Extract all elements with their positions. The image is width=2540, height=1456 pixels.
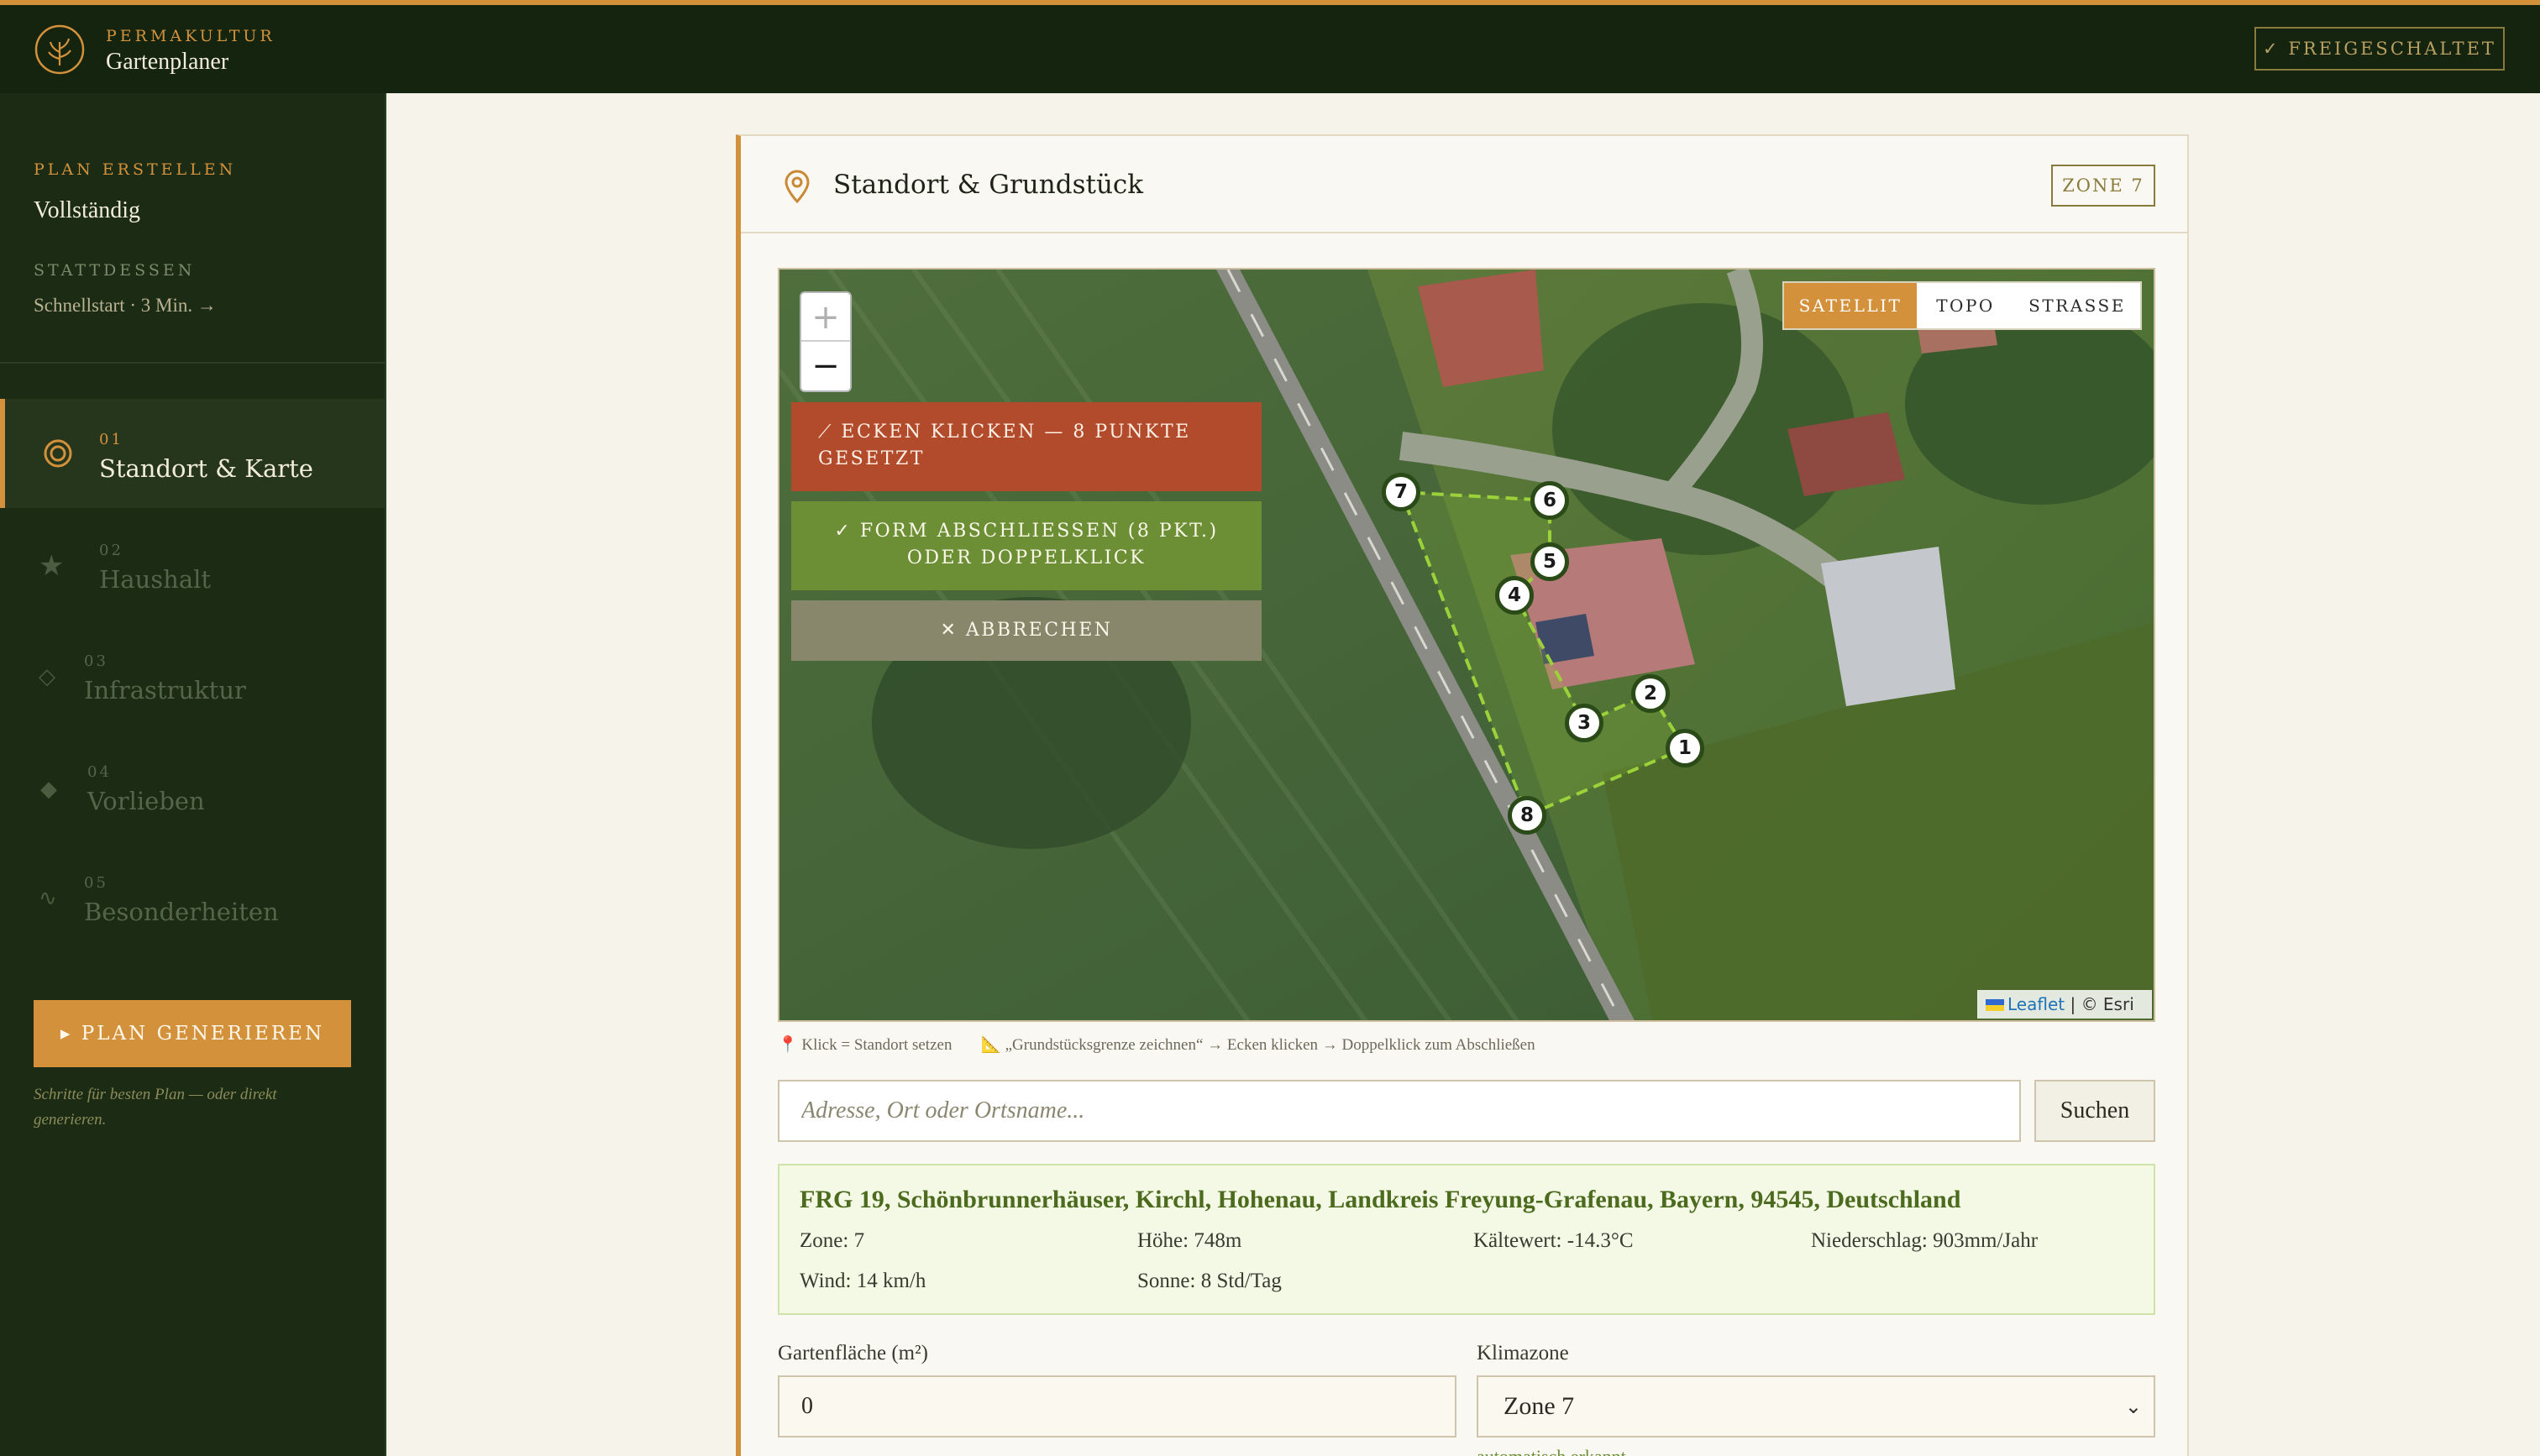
zoom-in-button[interactable]: + bbox=[801, 293, 850, 342]
result-address: FRG 19, Schönbrunnerhäuser, Kirchl, Hohe… bbox=[800, 1186, 1961, 1213]
step-number: 03 bbox=[84, 652, 108, 670]
esri-credit: | © Esri bbox=[2065, 994, 2134, 1014]
result-zone: Zone: 7 bbox=[800, 1229, 865, 1252]
layer-topo-button[interactable]: TOPO bbox=[1917, 283, 2014, 328]
result-precipitation: Niederschlag: 903mm/Jahr bbox=[1811, 1229, 2039, 1252]
boundary-marker-1[interactable]: 1 bbox=[1666, 729, 1704, 767]
plan-mode-label: PLAN ERSTELLEN bbox=[34, 160, 237, 179]
step-label: Infrastruktur bbox=[84, 676, 246, 704]
climate-zone-label: Klimazone bbox=[1477, 1342, 1569, 1364]
alternative-label: STATTDESSEN bbox=[34, 261, 196, 280]
boundary-marker-7[interactable]: 7 bbox=[1382, 473, 1420, 511]
step-label: Besonderheiten bbox=[84, 898, 279, 926]
draw-hint: 📐 „Grundstücksgrenze zeichnen“ → Ecken k… bbox=[981, 1036, 1535, 1054]
zoom-control: + − bbox=[800, 291, 852, 392]
brand-name: Gartenplaner bbox=[106, 49, 229, 75]
star-icon: ★ bbox=[39, 549, 65, 583]
climate-zone-select[interactable]: Zone 7 ⌄ bbox=[1477, 1375, 2155, 1438]
sidebar: PLAN ERSTELLEN Vollständig STATTDESSEN S… bbox=[0, 93, 386, 1456]
wave-icon: ∿ bbox=[39, 886, 57, 911]
result-wind: Wind: 14 km/h bbox=[800, 1270, 926, 1292]
auto-detected-note: automatisch erkannt bbox=[1477, 1446, 1626, 1456]
sidebar-step-standort[interactable]: 01 Standort & Karte bbox=[0, 399, 385, 508]
top-bar: PERMAKULTUR Gartenplaner ✓ FREIGESCHALTE… bbox=[0, 0, 2540, 93]
climate-zone-value: Zone 7 bbox=[1504, 1392, 1575, 1420]
target-icon bbox=[44, 439, 72, 468]
sidebar-divider bbox=[0, 362, 385, 364]
result-sun: Sonne: 8 Std/Tag bbox=[1137, 1270, 1282, 1292]
location-pin-icon bbox=[785, 170, 810, 203]
leaflet-link[interactable]: Leaflet bbox=[2007, 994, 2065, 1014]
step-number: 04 bbox=[87, 763, 112, 781]
map-layer-switcher: SATELLIT TOPO STRASSE bbox=[1782, 281, 2142, 330]
result-cold-value: Kältewert: -14.3°C bbox=[1473, 1229, 1634, 1252]
finish-shape-button[interactable]: ✓ FORM ABSCHLIESSEN (8 PKT.) ODER DOPPEL… bbox=[791, 501, 1262, 590]
sidebar-step-infrastruktur[interactable]: ◇ 03 Infrastruktur bbox=[0, 621, 385, 730]
unlocked-badge: ✓ FREIGESCHALTET bbox=[2254, 27, 2505, 71]
zoom-out-button[interactable]: − bbox=[801, 342, 850, 390]
plan-mode-value: Vollständig bbox=[34, 197, 141, 223]
sidebar-step-vorlieben[interactable]: ◆ 04 Vorlieben bbox=[0, 731, 385, 841]
garden-area-label: Gartenfläche (m²) bbox=[778, 1342, 928, 1364]
map-view[interactable]: + − ⟋ ECKEN KLICKEN — 8 PUNKTE GESETZT ✓… bbox=[778, 268, 2155, 1022]
boundary-marker-5[interactable]: 5 bbox=[1530, 542, 1569, 581]
brand-tagline: PERMAKULTUR bbox=[106, 27, 276, 45]
step-number: 05 bbox=[84, 874, 108, 892]
step-label: Standort & Karte bbox=[99, 454, 313, 483]
map-hints: 📍 Klick = Standort setzen 📐 „Grundstücks… bbox=[778, 1034, 2155, 1055]
location-result-panel: FRG 19, Schönbrunnerhäuser, Kirchl, Hohe… bbox=[778, 1164, 2155, 1315]
step-label: Haushalt bbox=[99, 565, 212, 594]
step-number: 01 bbox=[99, 431, 123, 448]
card-header: Standort & Grundstück ZONE 7 bbox=[741, 136, 2187, 233]
boundary-marker-8[interactable]: 8 bbox=[1508, 796, 1546, 835]
boundary-marker-6[interactable]: 6 bbox=[1530, 481, 1569, 520]
sidebar-step-haushalt[interactable]: ★ 02 Haushalt bbox=[0, 510, 385, 619]
spiral-logo-icon bbox=[34, 24, 85, 75]
chevron-down-icon: ⌄ bbox=[2124, 1395, 2142, 1418]
click-hint: 📍 Klick = Standort setzen bbox=[778, 1036, 953, 1054]
boundary-marker-4[interactable]: 4 bbox=[1495, 576, 1534, 615]
generate-plan-button[interactable]: ▸ PLAN GENERIEREN bbox=[34, 1000, 351, 1067]
layer-satellite-button[interactable]: SATELLIT bbox=[1784, 283, 1917, 328]
card-title: Standort & Grundstück bbox=[833, 170, 1144, 200]
diamond-filled-icon: ◆ bbox=[40, 777, 57, 802]
map-attribution: Leaflet | © Esri bbox=[1977, 990, 2152, 1019]
generate-note: Schritte für besten Plan — oder direkt g… bbox=[34, 1086, 277, 1129]
ukraine-flag-icon bbox=[1986, 999, 2004, 1011]
search-button[interactable]: Suchen bbox=[2034, 1080, 2155, 1142]
cancel-drawing-button[interactable]: ✕ ABBRECHEN bbox=[791, 600, 1262, 661]
step-label: Vorlieben bbox=[87, 787, 205, 815]
sidebar-step-besonderheiten[interactable]: ∿ 05 Besonderheiten bbox=[0, 842, 385, 951]
quickstart-link[interactable]: Schnellstart · 3 Min. → bbox=[34, 295, 217, 317]
location-card: Standort & Grundstück ZONE 7 + − ⟋ ECKEN… bbox=[736, 134, 2189, 1456]
address-search-input[interactable] bbox=[778, 1080, 2021, 1142]
garden-area-input[interactable] bbox=[778, 1375, 1456, 1438]
result-height: Höhe: 748m bbox=[1137, 1229, 1242, 1252]
boundary-marker-2[interactable]: 2 bbox=[1631, 674, 1670, 713]
layer-street-button[interactable]: STRASSE bbox=[2014, 283, 2140, 328]
diamond-outline-icon: ◇ bbox=[39, 664, 55, 689]
draw-status-message: ⟋ ECKEN KLICKEN — 8 PUNKTE GESETZT bbox=[791, 402, 1262, 491]
zone-badge: ZONE 7 bbox=[2051, 165, 2155, 207]
boundary-marker-3[interactable]: 3 bbox=[1565, 704, 1603, 742]
step-number: 02 bbox=[99, 542, 123, 559]
